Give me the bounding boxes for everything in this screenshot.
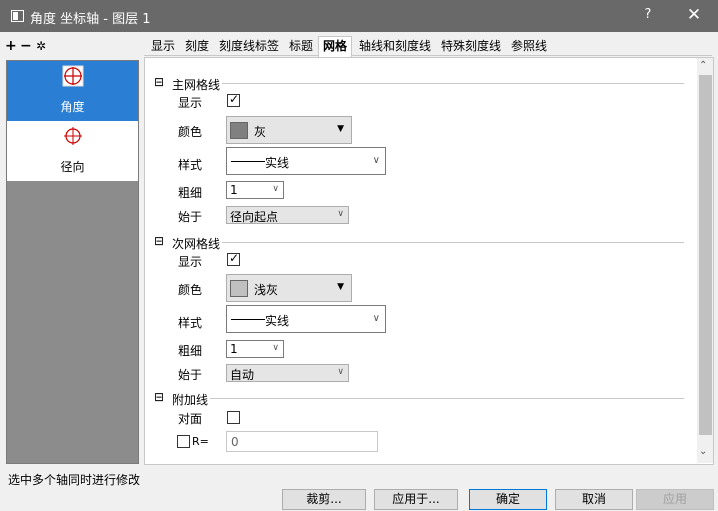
major-color-name: 灰 <box>254 125 267 139</box>
minor-start-label: 始于 <box>178 368 203 382</box>
apply-to-button[interactable]: 应用于... <box>374 489 458 510</box>
check-icon: ✓ <box>229 92 240 106</box>
major-grid-header: 主网格线 <box>172 78 221 92</box>
group-divider <box>222 83 684 84</box>
major-style-name: 实线 <box>265 156 290 170</box>
app-icon <box>11 10 24 22</box>
chevron-down-icon: ∨ <box>272 343 279 353</box>
minor-collapse-icon[interactable]: ⊟ <box>154 234 164 248</box>
axis-item-angle[interactable]: 角度 <box>7 61 138 121</box>
tab-tick-labels[interactable]: 刻度线标签 <box>215 37 283 56</box>
minor-show-label: 显示 <box>178 255 203 269</box>
apply-button[interactable]: 应用 <box>636 489 714 510</box>
chevron-down-icon: ∨ <box>337 209 344 219</box>
scrollbar-thumb[interactable] <box>699 75 712 435</box>
add-icon[interactable]: + <box>5 38 17 54</box>
angle-axis-icon <box>62 65 84 87</box>
minor-start-value: 自动 <box>230 368 255 382</box>
minor-color-name: 浅灰 <box>254 283 279 297</box>
crop-button[interactable]: 裁剪... <box>282 489 366 510</box>
minor-style-name: 实线 <box>265 314 290 328</box>
axis-item-label: 角度 <box>60 100 85 114</box>
major-width-label: 粗细 <box>178 186 203 200</box>
axis-item-label: 径向 <box>60 160 85 174</box>
major-color-label: 颜色 <box>178 125 203 139</box>
dropdown-arrow-icon: ▼ <box>337 282 344 292</box>
line-style-preview <box>231 161 265 162</box>
chevron-down-icon: ∨ <box>372 313 380 324</box>
major-style-label: 样式 <box>178 158 203 172</box>
title-bar: 角度 坐标轴 - 图层 1 ? ✕ <box>0 0 718 32</box>
axis-item-radial[interactable]: 径向 <box>7 121 138 181</box>
tab-display[interactable]: 显示 <box>147 37 179 56</box>
chevron-down-icon: ∨ <box>372 155 380 166</box>
additional-collapse-icon[interactable]: ⊟ <box>154 390 164 404</box>
major-show-label: 显示 <box>178 96 203 110</box>
major-start-combo[interactable]: 径向起点 ∨ <box>226 206 349 224</box>
vertical-scrollbar[interactable]: ⌃ ⌄ <box>697 58 713 463</box>
minor-style-dropdown[interactable]: 实线 ∨ <box>226 305 386 333</box>
opposite-checkbox[interactable] <box>227 411 240 424</box>
tab-grids[interactable]: 网格 <box>318 36 352 57</box>
group-divider <box>210 398 684 399</box>
line-style-preview <box>231 319 265 320</box>
group-divider <box>222 242 684 243</box>
cancel-button[interactable]: 取消 <box>555 489 633 510</box>
tab-title[interactable]: 标题 <box>285 37 317 56</box>
minor-start-combo[interactable]: 自动 ∨ <box>226 364 349 382</box>
r-value-input[interactable]: 0 <box>226 431 378 452</box>
major-color-dropdown[interactable]: 灰 ▼ <box>226 116 352 144</box>
major-style-dropdown[interactable]: 实线 ∨ <box>226 147 386 175</box>
minor-width-combo[interactable]: 1 ∨ <box>226 340 284 358</box>
additional-lines-header: 附加线 <box>172 393 209 407</box>
opposite-label: 对面 <box>178 412 203 426</box>
check-icon: ✓ <box>229 251 240 265</box>
minor-style-label: 样式 <box>178 316 203 330</box>
tab-line-and-ticks[interactable]: 轴线和刻度线 <box>355 37 435 56</box>
radial-axis-icon <box>64 127 82 145</box>
major-start-label: 始于 <box>178 210 203 224</box>
chevron-down-icon: ∨ <box>337 367 344 377</box>
help-button[interactable]: ? <box>636 7 660 22</box>
window-title: 角度 坐标轴 - 图层 1 <box>30 12 151 27</box>
dropdown-arrow-icon: ▼ <box>337 124 344 134</box>
scroll-up-icon[interactable]: ⌃ <box>699 60 707 71</box>
tab-scale[interactable]: 刻度 <box>181 37 213 56</box>
minor-width-value: 1 <box>230 342 238 356</box>
settings-icon[interactable]: ✲ <box>36 39 46 53</box>
major-collapse-icon[interactable]: ⊟ <box>154 75 164 89</box>
tab-reference-lines[interactable]: 参照线 <box>507 37 551 56</box>
chevron-down-icon: ∨ <box>272 184 279 194</box>
minor-color-dropdown[interactable]: 浅灰 ▼ <box>226 274 352 302</box>
tab-bar: 显示 刻度 刻度线标签 标题 网格 轴线和刻度线 特殊刻度线 参照线 <box>144 36 712 57</box>
minor-grid-header: 次网格线 <box>172 237 221 251</box>
major-show-checkbox[interactable]: ✓ <box>227 92 240 107</box>
tab-special-ticks[interactable]: 特殊刻度线 <box>437 37 505 56</box>
axis-toolbar: + − ✲ <box>5 38 139 58</box>
scroll-down-icon[interactable]: ⌄ <box>699 446 707 457</box>
major-width-combo[interactable]: 1 ∨ <box>226 181 284 199</box>
minor-width-label: 粗细 <box>178 344 203 358</box>
minor-color-label: 颜色 <box>178 283 203 297</box>
axis-list: 角度 径向 <box>6 60 139 464</box>
minor-show-checkbox[interactable]: ✓ <box>227 251 240 266</box>
major-width-value: 1 <box>230 183 238 197</box>
r-label: R= <box>192 435 209 448</box>
remove-icon[interactable]: − <box>20 38 32 54</box>
major-start-value: 径向起点 <box>230 210 279 224</box>
color-swatch <box>230 280 248 297</box>
status-text: 选中多个轴同时进行修改 <box>8 473 141 487</box>
r-checkbox[interactable] <box>177 435 190 448</box>
color-swatch <box>230 122 248 139</box>
r-value: 0 <box>231 435 239 449</box>
close-button[interactable]: ✕ <box>682 5 706 25</box>
ok-button[interactable]: 确定 <box>469 489 547 510</box>
